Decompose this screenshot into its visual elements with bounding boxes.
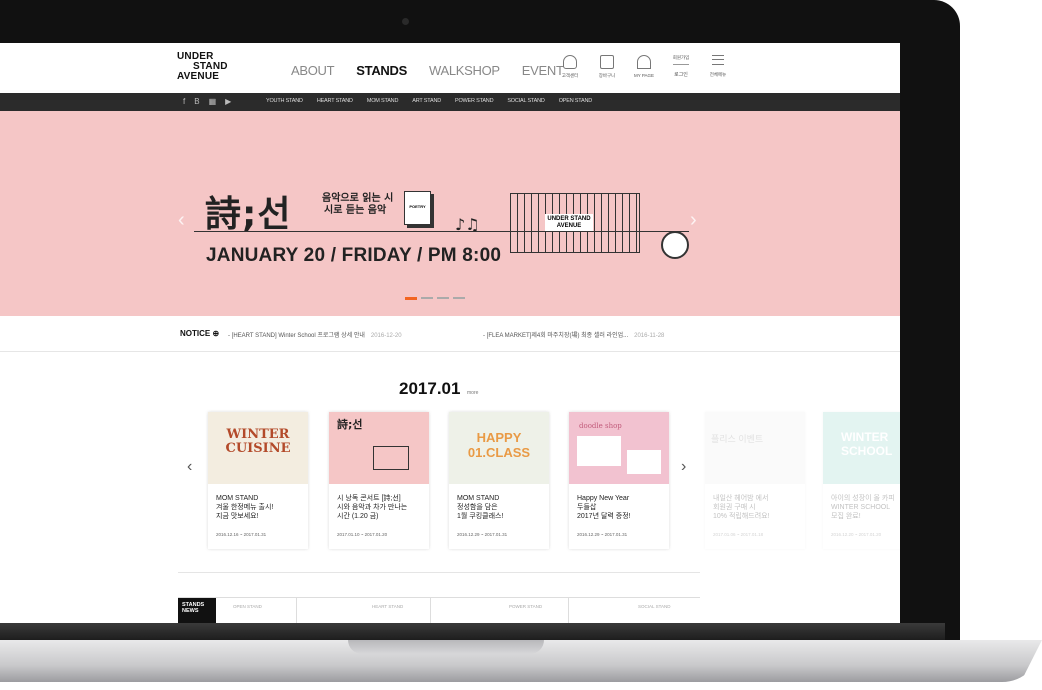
customer-center-button[interactable]: 고객센터 [557, 55, 583, 79]
plus-circle-icon[interactable]: ⊕ [212, 329, 219, 338]
subnav-youth-stand[interactable]: YOUTH STAND [266, 98, 303, 104]
event-card[interactable]: doodle shop Happy New Year 두들삽 2017년 달력 … [569, 412, 669, 549]
hero-title: 詩;선 [205, 194, 292, 235]
login-button[interactable]: 회원가입 로그인 [668, 55, 694, 79]
news-tab-heart-stand[interactable]: HEART STAND [372, 604, 403, 609]
chevron-right-icon[interactable]: › [681, 458, 686, 476]
subnav-power-stand[interactable]: POWER STAND [455, 98, 494, 104]
hero-subtitle: 음악으로 읽는 시 시로 듣는 음악 [322, 193, 394, 216]
chevron-left-icon[interactable]: ‹ [178, 209, 185, 232]
cat-illustration [627, 450, 661, 474]
indicator-dot[interactable] [421, 297, 433, 299]
event-card[interactable]: WINTER CUISINE MOM STAND 겨울 한정메뉴 출시! 지금 … [208, 412, 308, 549]
site-logo[interactable]: UNDER STAND AVENUE [177, 52, 228, 82]
youtube-icon[interactable]: ▶ [225, 97, 231, 106]
mypage-button[interactable]: MY PAGE [631, 55, 657, 79]
facebook-icon[interactable]: f [183, 97, 185, 106]
bag-icon [600, 55, 614, 69]
news-divider [430, 598, 431, 623]
instagram-icon[interactable]: ▦ [209, 97, 217, 106]
main-nav: ABOUT STANDS WALKSHOP EVENT [291, 63, 586, 78]
notice-bar: NOTICE ⊕ - [HEART STAND] Winter School 프… [0, 316, 900, 352]
card-thumbnail: HAPPY 01.CLASS [449, 412, 549, 484]
news-tab-social-stand[interactable]: SOCIAL STAND [638, 604, 671, 609]
social-links: f B ▦ ▶ [183, 97, 231, 106]
menu-icon [712, 55, 724, 65]
container-illustration [373, 446, 409, 470]
card-thumbnail: 詩;선 [329, 412, 429, 484]
chevron-left-icon[interactable]: ‹ [187, 458, 192, 476]
book-illustration: POETRY [404, 191, 431, 225]
chevron-right-icon[interactable]: › [690, 209, 697, 232]
all-menu-button[interactable]: 전체메뉴 [705, 55, 731, 79]
card-thumbnail: 플리스 이벤트 [705, 412, 805, 484]
user-icon [637, 55, 651, 69]
cart-button[interactable]: 장바구니 [594, 55, 620, 79]
indicator-dot[interactable] [437, 297, 449, 299]
utility-menu: 고객센터 장바구니 MY PAGE 회원가입 로그인 전체메뉴 [557, 55, 731, 79]
hero-banner[interactable]: ‹ › 詩;선 음악으로 읽는 시 시로 듣는 음악 POETRY ♪♫ UND… [0, 111, 900, 316]
stands-news: STANDS NEWS OPEN STAND HEART STAND POWER… [178, 597, 700, 623]
event-card[interactable]: 詩;선 시 낭독 콘서트 [詩;선] 시와 음악과 차가 만나는 시간 (1.2… [329, 412, 429, 549]
notice-item[interactable]: - [FLEA MARKET]제4회 마주치장(場) 최종 셀러 라인업... 2… [483, 330, 664, 339]
stand-nav: YOUTH STAND HEART STAND MOM STAND ART ST… [266, 98, 606, 104]
laptop-hinge [0, 623, 945, 641]
event-card[interactable]: HAPPY 01.CLASS MOM STAND 정성함을 담은 1월 쿠킹클래… [449, 412, 549, 549]
subnav-heart-stand[interactable]: HEART STAND [317, 98, 353, 104]
section-title: 2017.01 [399, 379, 461, 398]
notice-item[interactable]: - [HEART STAND] Winter School 프로그램 상세 안내… [228, 330, 402, 339]
subnav-social-stand[interactable]: SOCIAL STAND [507, 98, 545, 104]
indicator-dot[interactable] [453, 297, 465, 299]
nav-walkshop[interactable]: WALKSHOP [429, 63, 500, 78]
notice-label: NOTICE ⊕ [180, 329, 220, 338]
event-card[interactable]: WINTER SCHOOL 아이의 성장이 올 카피 WINTER SCHOOL… [823, 412, 900, 549]
carousel-indicators [405, 297, 465, 300]
headset-icon [563, 55, 577, 69]
sub-nav-bar: f B ▦ ▶ YOUTH STAND HEART STAND MOM STAN… [0, 93, 900, 111]
card-thumbnail: doodle shop [569, 412, 669, 484]
news-divider [568, 598, 569, 623]
site-header: UNDER STAND AVENUE ABOUT STANDS WALKSHOP… [0, 43, 900, 93]
laptop-notch [348, 640, 544, 654]
news-tab-open-stand[interactable]: OPEN STAND [233, 604, 262, 609]
news-tab-power-stand[interactable]: POWER STAND [509, 604, 542, 609]
clock-icon [661, 231, 689, 259]
subnav-mom-stand[interactable]: MOM STAND [367, 98, 399, 104]
card-thumbnail: WINTER SCHOOL [823, 412, 900, 484]
hero-rule [194, 231, 689, 232]
signup-link[interactable]: 회원가입 [673, 55, 690, 61]
hero-date: JANUARY 20 / FRIDAY / PM 8:00 [206, 245, 502, 266]
more-link[interactable]: more [467, 390, 478, 396]
camera-icon [402, 18, 409, 25]
stands-news-label: STANDS NEWS [178, 598, 216, 623]
calendar-illustration [577, 436, 621, 466]
card-thumbnail: WINTER CUISINE [208, 412, 308, 484]
login-divider [673, 64, 689, 65]
nav-stands[interactable]: STANDS [356, 63, 407, 78]
browser-viewport: UNDER STAND AVENUE ABOUT STANDS WALKSHOP… [0, 43, 900, 623]
subnav-art-stand[interactable]: ART STAND [412, 98, 441, 104]
indicator-dot[interactable] [405, 297, 417, 300]
nav-about[interactable]: ABOUT [291, 63, 335, 78]
blog-icon[interactable]: B [194, 97, 199, 106]
container-illustration: UNDER STAND AVENUE [510, 193, 640, 253]
section-divider [178, 572, 700, 573]
subnav-open-stand[interactable]: OPEN STAND [559, 98, 593, 104]
news-divider [296, 598, 297, 623]
event-card[interactable]: 플리스 이벤트 내일산 헤어밤 에서 회원권 구매 시 10% 적립해드려요! … [705, 412, 805, 549]
